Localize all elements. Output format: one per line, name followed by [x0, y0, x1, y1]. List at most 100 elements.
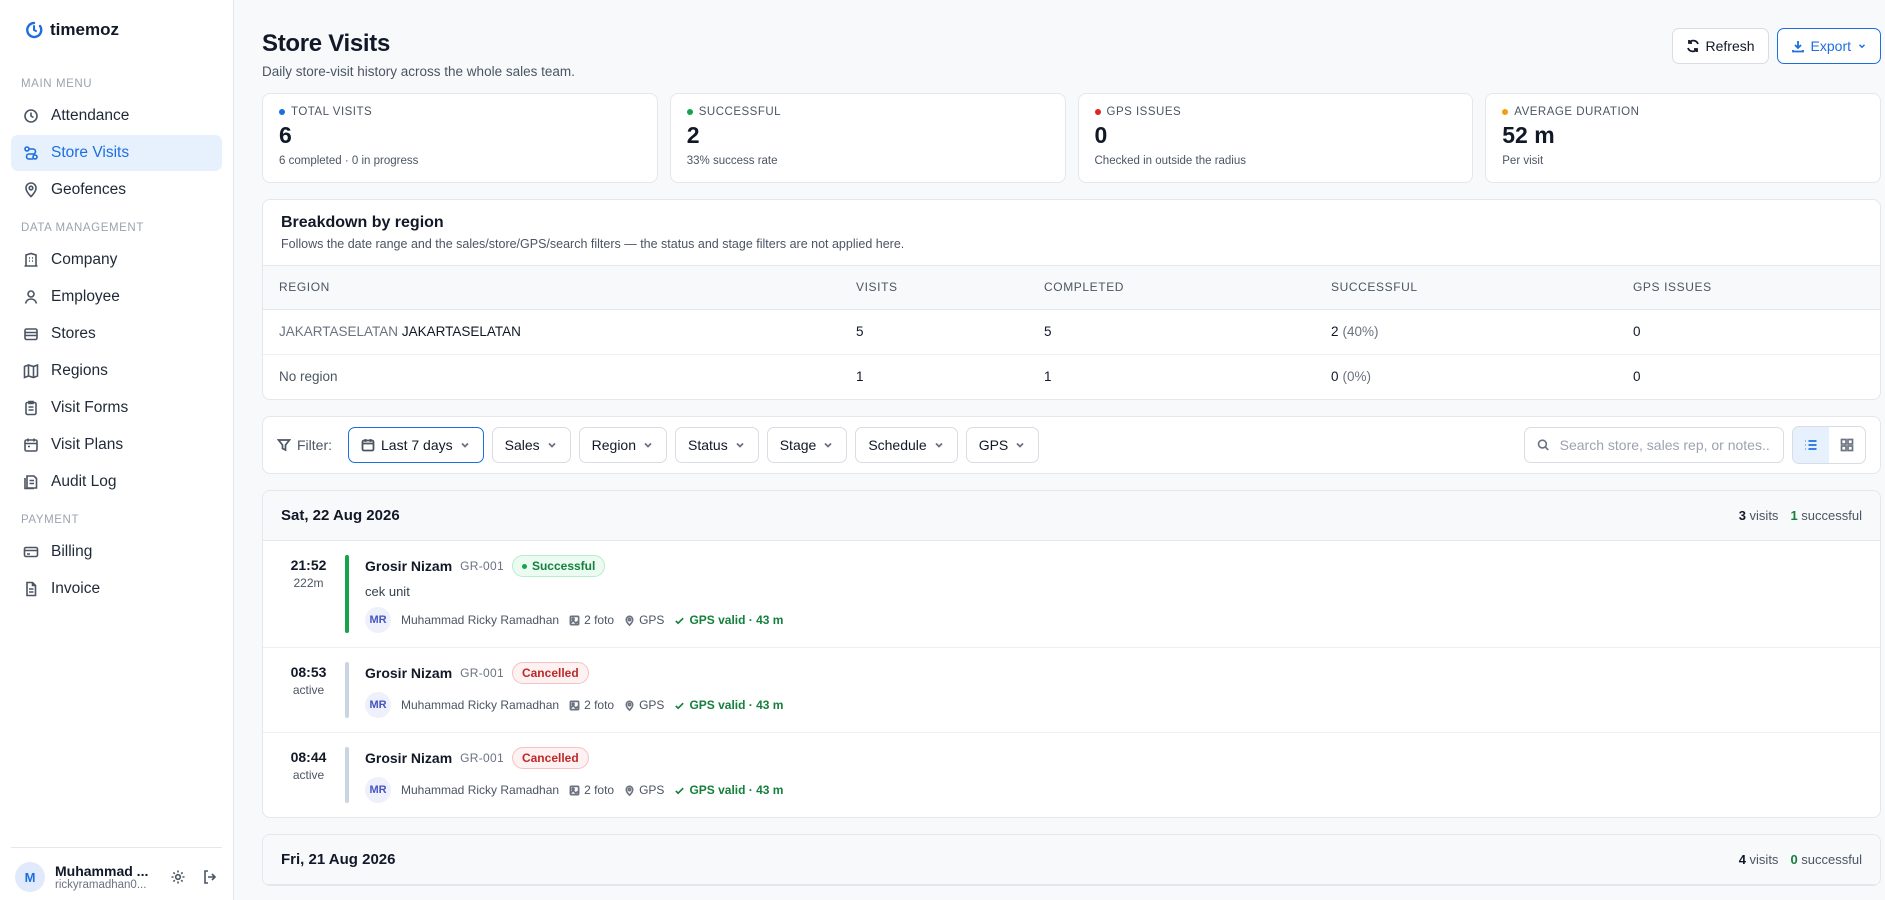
gear-icon[interactable]: [170, 869, 186, 885]
sidebar-item-invoice[interactable]: Invoice: [11, 571, 222, 607]
image-icon: [569, 785, 580, 795]
list-icon: [1805, 440, 1817, 450]
sidebar-item-visit-plans[interactable]: Visit Plans: [11, 427, 222, 463]
brand-logo[interactable]: timemoz: [0, 0, 233, 64]
refresh-icon: [1686, 39, 1699, 53]
column-header-completed: COMPLETED: [1028, 266, 1315, 310]
map-pin-icon: [625, 785, 634, 796]
region-code: JAKARTASELATAN: [279, 324, 399, 339]
visits-cell: 5: [840, 309, 1028, 355]
status-dot: [686, 109, 693, 115]
sidebar-item-label: Employee: [51, 288, 120, 305]
user-profile[interactable]: M Muhammad ... rickyramadhan0...: [11, 847, 222, 900]
sidebar-item-label: Visit Plans: [51, 436, 124, 453]
status-dot: [521, 563, 527, 569]
sidebar-item-label: Audit Log: [51, 473, 117, 490]
sidebar-item-store-visits[interactable]: Store Visits: [11, 135, 222, 171]
sidebar-item-company[interactable]: Company: [11, 242, 222, 278]
map-pin-icon: [25, 182, 37, 198]
page-title: Store Visits: [262, 30, 391, 57]
clipboard-icon: [25, 400, 37, 416]
schedule-filter[interactable]: Schedule: [855, 427, 958, 463]
sales-filter[interactable]: Sales: [491, 427, 571, 463]
filter-chip-label: Status: [688, 437, 728, 453]
logout-icon[interactable]: [202, 869, 218, 885]
date-range-filter[interactable]: Last 7 days: [348, 427, 484, 463]
visit-row[interactable]: 08:44 active Grosir Nizam GR-001 Cancelled MR…: [263, 733, 1880, 817]
store-name: Grosir Nizam: [365, 665, 453, 681]
sidebar-item-label: Invoice: [51, 580, 101, 597]
map-pin-icon: [625, 700, 634, 711]
status-dot: [279, 109, 285, 115]
sidebar-item-label: Store Visits: [51, 144, 130, 161]
sidebar-item-visit-forms[interactable]: Visit Forms: [11, 390, 222, 426]
list-view-button[interactable]: [1793, 427, 1829, 463]
nav-section-title: DATA MANAGEMENT: [21, 222, 144, 234]
filter-label: Filter:: [277, 437, 332, 453]
successful-cell: 0 (0%): [1331, 369, 1372, 385]
region-subtitle: Follows the date range and the sales/sto…: [281, 237, 905, 251]
day-group: Fri, 21 Aug 2026 4 visits 0 successful: [262, 834, 1881, 886]
region-name: No region: [279, 369, 338, 385]
grid-view-button[interactable]: [1829, 427, 1865, 463]
column-header-visits: VISITS: [840, 266, 1028, 310]
map-icon: [23, 363, 39, 379]
search-box[interactable]: [1524, 427, 1784, 463]
search-input[interactable]: [1559, 437, 1771, 453]
status-badge: Cancelled: [511, 747, 589, 769]
stat-value: 2: [686, 122, 700, 148]
refresh-button[interactable]: Refresh: [1671, 28, 1769, 64]
chevron-down-icon: [824, 442, 832, 448]
visit-row[interactable]: 21:52 222m Grosir Nizam GR-001 Successful cek…: [263, 541, 1880, 648]
stat-note: Per visit: [1502, 155, 1544, 167]
visit-days: Sat, 22 Aug 2026 3 visits 1 successful 21:5…: [262, 490, 1881, 886]
sales-rep-name: Muhammad Ricky Ramadhan: [401, 698, 560, 712]
export-button[interactable]: Export: [1776, 28, 1881, 64]
photo-count: 2 foto: [569, 783, 614, 797]
stage-filter[interactable]: Stage: [766, 427, 848, 463]
check-icon: [675, 617, 685, 624]
sidebar-item-label: Stores: [51, 325, 96, 342]
avatar: MR: [365, 777, 391, 803]
avatar: M: [15, 862, 45, 892]
export-label: Export: [1810, 38, 1851, 54]
gps-filter[interactable]: GPS: [965, 427, 1040, 463]
filter-chip-label: Sales: [504, 437, 540, 453]
file-icon: [26, 581, 37, 597]
stat-label: SUCCESSFUL: [686, 106, 1049, 118]
region-cell: No region: [263, 354, 840, 399]
gps-issues-cell: 0: [1633, 369, 1641, 385]
table-row[interactable]: JAKARTASELATAN JAKARTASELATAN 5 5 2 (40%) 0: [263, 309, 1880, 355]
building-icon: [24, 252, 38, 267]
completed-cell: 1: [1044, 369, 1052, 385]
download-icon: [1791, 41, 1804, 53]
gps-indicator: GPS: [624, 698, 664, 712]
status-badge: Cancelled: [511, 662, 589, 684]
sidebar-item-employee[interactable]: Employee: [11, 279, 222, 315]
status-filter[interactable]: Status: [675, 427, 759, 463]
visit-row[interactable]: 08:53 active Grosir Nizam GR-001 Cancelled MR…: [263, 648, 1880, 733]
sidebar-item-regions[interactable]: Regions: [11, 353, 222, 389]
stat-card-total-visits: TOTAL VISITS 6 6 completed · 0 in progress: [262, 93, 658, 183]
chevron-down-icon: [1858, 44, 1866, 49]
sidebar-item-billing[interactable]: Billing: [11, 534, 222, 570]
sidebar-item-stores[interactable]: Stores: [11, 316, 222, 352]
sidebar-item-attendance[interactable]: Attendance: [11, 98, 222, 134]
filter-bar: Filter: Last 7 days Sales Region Status Sta…: [262, 416, 1881, 474]
route-icon: [24, 146, 38, 160]
table-row[interactable]: No region 1 1 0 (0%) 0: [263, 354, 1880, 399]
filter-chip-label: Schedule: [868, 437, 927, 453]
region-filter[interactable]: Region: [578, 427, 668, 463]
chevron-down-icon: [935, 442, 943, 448]
chevron-down-icon: [1016, 442, 1024, 448]
chevron-down-icon: [460, 442, 469, 448]
calendar-icon: [361, 439, 375, 452]
status-bar: [345, 747, 349, 803]
user-icon: [24, 290, 38, 304]
stat-label: TOTAL VISITS: [279, 106, 641, 118]
visit-note: cek unit: [365, 584, 410, 599]
sidebar-item-geofences[interactable]: Geofences: [11, 172, 222, 208]
sidebar-item-audit-log[interactable]: Audit Log: [11, 464, 222, 500]
store-name: Grosir Nizam: [365, 558, 453, 574]
user-name: Muhammad ...: [55, 863, 149, 879]
